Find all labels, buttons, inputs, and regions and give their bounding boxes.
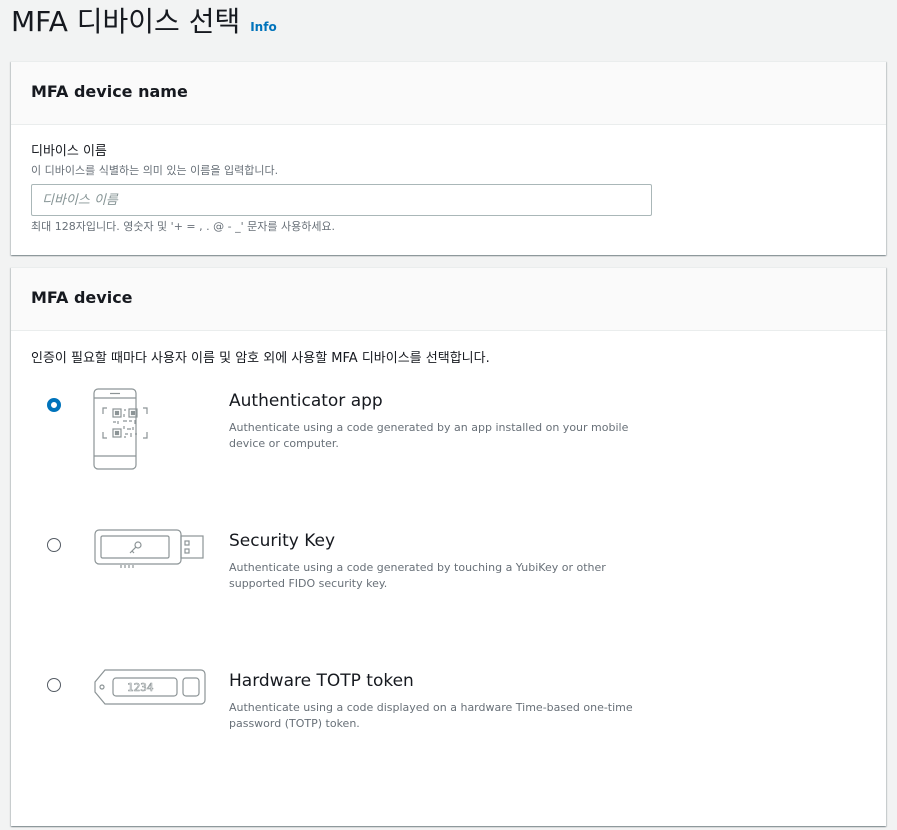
token-display-text: 1234: [127, 681, 154, 694]
mfa-device-panel: MFA device 인증이 필요할 때마다 사용자 이름 및 암호 외에 사용…: [11, 267, 886, 826]
hardware-totp-token-title[interactable]: Hardware TOTP token: [229, 670, 414, 692]
mfa-device-panel-header: MFA device: [11, 268, 886, 331]
security-key-description: Authenticate using a code generated by t…: [229, 561, 606, 590]
phone-qr-code-icon: [93, 388, 148, 470]
authenticator-app-description: Authenticate using a code generated by a…: [229, 421, 629, 450]
info-link[interactable]: Info: [250, 20, 276, 34]
hardware-token-icon: 1234: [94, 669, 206, 705]
option-authenticator-app[interactable]: Authenticator app Authenticate using a c…: [11, 388, 886, 498]
option-hardware-totp-token[interactable]: 1234 Hardware TOTP token Authenticate us…: [11, 668, 886, 778]
hardware-totp-token-description: Authenticate using a code displayed on a…: [229, 701, 633, 730]
usb-security-key-icon: [94, 529, 204, 568]
device-name-panel: MFA device name 디바이스 이름 이 디바이스를 식별하는 의미 …: [11, 61, 886, 255]
page-title: MFA 디바이스 선택: [11, 5, 241, 38]
page-header: MFA 디바이스 선택 Info: [11, 4, 277, 40]
device-name-panel-title: MFA device name: [31, 82, 188, 101]
device-name-label: 디바이스 이름: [31, 144, 107, 159]
security-key-title[interactable]: Security Key: [229, 530, 335, 552]
option-security-key[interactable]: Security Key Authenticate using a code g…: [11, 528, 886, 638]
mfa-device-panel-title: MFA device: [31, 288, 133, 307]
device-name-constraint: 최대 128자입니다. 영숫자 및 '+ = , . @ - _' 문자를 사용…: [31, 220, 336, 233]
authenticator-app-radio[interactable]: [47, 398, 61, 412]
device-name-input[interactable]: [31, 184, 652, 216]
authenticator-app-title[interactable]: Authenticator app: [229, 390, 383, 412]
device-name-panel-header: MFA device name: [11, 62, 886, 125]
security-key-radio[interactable]: [47, 538, 61, 552]
device-name-description: 이 디바이스를 식별하는 의미 있는 이름을 입력합니다.: [31, 164, 279, 177]
mfa-device-intro: 인증이 필요할 때마다 사용자 이름 및 암호 외에 사용할 MFA 디바이스를…: [31, 351, 490, 366]
hardware-totp-token-radio[interactable]: [47, 678, 61, 692]
